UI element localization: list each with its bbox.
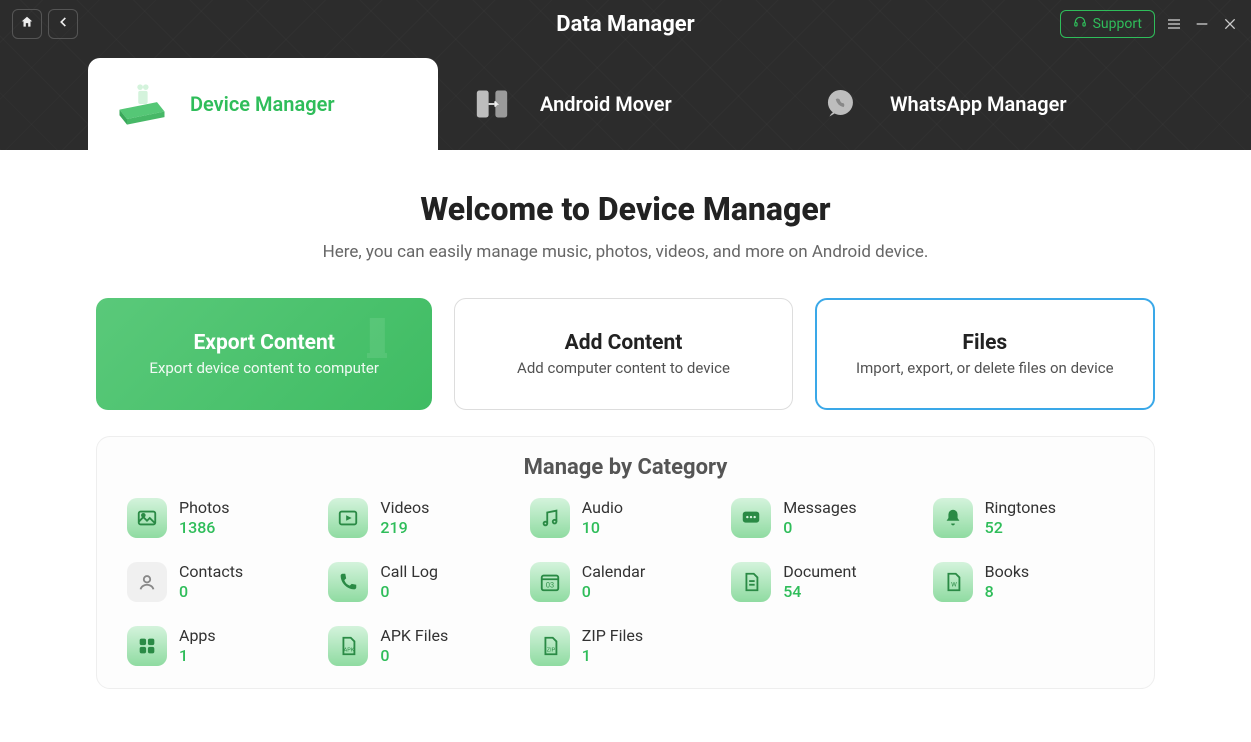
support-button[interactable]: Support [1060, 10, 1155, 38]
tab-device-manager[interactable]: Device Manager [88, 58, 438, 150]
category-messages[interactable]: Messages 0 [731, 498, 922, 538]
category-ringtones[interactable]: Ringtones 52 [933, 498, 1124, 538]
card-subtitle: Add computer content to device [517, 359, 730, 377]
category-videos[interactable]: Videos 219 [328, 498, 519, 538]
category-books[interactable]: W Books 8 [933, 562, 1124, 602]
apps-icon [127, 626, 167, 666]
menu-button[interactable] [1165, 15, 1183, 33]
category-count: 1386 [179, 518, 230, 538]
contacts-icon [127, 562, 167, 602]
category-count: 0 [380, 646, 448, 666]
category-label: Videos [380, 498, 429, 518]
category-label: Calendar [582, 562, 645, 582]
back-button[interactable] [48, 9, 78, 39]
tab-android-mover[interactable]: Android Mover [438, 58, 788, 150]
category-label: ZIP Files [582, 626, 643, 646]
calendar-icon: 03 [530, 562, 570, 602]
category-count: 1 [179, 646, 216, 666]
card-title: Add Content [565, 331, 683, 355]
category-calendar[interactable]: 03 Calendar 0 [530, 562, 721, 602]
card-subtitle: Import, export, or delete files on devic… [856, 359, 1114, 377]
device-manager-icon [112, 79, 172, 129]
category-count: 52 [985, 518, 1056, 538]
support-label: Support [1093, 16, 1142, 32]
apk-icon: APK [328, 626, 368, 666]
category-count: 10 [582, 518, 623, 538]
category-zip-files[interactable]: ZIP ZIP Files 1 [530, 626, 721, 666]
category-count: 0 [179, 582, 243, 602]
category-label: Document [783, 562, 856, 582]
ringtones-icon [933, 498, 973, 538]
category-label: Ringtones [985, 498, 1056, 518]
category-count: 8 [985, 582, 1030, 602]
category-label: Audio [582, 498, 623, 518]
tab-label: Android Mover [540, 92, 672, 116]
category-count: 0 [582, 582, 645, 602]
card-subtitle: Export device content to computer [149, 359, 378, 377]
welcome-title: Welcome to Device Manager [96, 190, 1155, 228]
action-cards: Export Content Export device content to … [96, 298, 1155, 410]
android-mover-icon [462, 79, 522, 129]
window-controls: Support [1060, 10, 1239, 38]
tab-label: Device Manager [190, 92, 335, 116]
category-panel: Manage by Category Photos 1386 Videos 21… [96, 436, 1155, 689]
category-panel-title: Manage by Category [117, 455, 1134, 480]
svg-text:APK: APK [344, 648, 355, 654]
category-label: Call Log [380, 562, 438, 582]
close-button[interactable] [1221, 15, 1239, 33]
header: Data Manager Support [0, 0, 1251, 150]
messages-icon [731, 498, 771, 538]
category-audio[interactable]: Audio 10 [530, 498, 721, 538]
chevron-left-icon [56, 15, 70, 33]
svg-text:W: W [951, 581, 957, 589]
topbar: Data Manager Support [0, 0, 1251, 48]
card-title: Files [962, 331, 1007, 355]
tabs: Device Manager Android Mover WhatsApp [0, 48, 1251, 150]
headset-icon [1073, 15, 1087, 33]
export-content-card[interactable]: Export Content Export device content to … [96, 298, 432, 410]
category-call-log[interactable]: Call Log 0 [328, 562, 519, 602]
call-log-icon [328, 562, 368, 602]
whatsapp-manager-icon [812, 79, 872, 129]
tab-whatsapp-manager[interactable]: WhatsApp Manager [788, 58, 1138, 150]
category-label: Books [985, 562, 1030, 582]
category-count: 0 [783, 518, 856, 538]
videos-icon [328, 498, 368, 538]
books-icon: W [933, 562, 973, 602]
home-button[interactable] [12, 9, 42, 39]
svg-text:ZIP: ZIP [547, 648, 556, 654]
category-contacts[interactable]: Contacts 0 [127, 562, 318, 602]
main-content: Welcome to Device Manager Here, you can … [0, 150, 1251, 709]
app-title: Data Manager [556, 12, 694, 37]
document-icon [731, 562, 771, 602]
category-document[interactable]: Document 54 [731, 562, 922, 602]
home-icon [20, 15, 34, 33]
category-label: APK Files [380, 626, 448, 646]
tab-label: WhatsApp Manager [890, 92, 1067, 116]
category-label: Photos [179, 498, 230, 518]
category-count: 1 [582, 646, 643, 666]
welcome-subtitle: Here, you can easily manage music, photo… [96, 242, 1155, 262]
photos-icon [127, 498, 167, 538]
category-label: Contacts [179, 562, 243, 582]
category-count: 219 [380, 518, 429, 538]
svg-text:03: 03 [546, 581, 554, 590]
category-grid: Photos 1386 Videos 219 Audio [117, 498, 1134, 666]
files-card[interactable]: Files Import, export, or delete files on… [815, 298, 1155, 410]
add-content-card[interactable]: Add Content Add computer content to devi… [454, 298, 792, 410]
minimize-button[interactable] [1193, 15, 1211, 33]
category-apk-files[interactable]: APK APK Files 0 [328, 626, 519, 666]
category-label: Apps [179, 626, 216, 646]
category-count: 54 [783, 582, 856, 602]
card-title: Export Content [193, 331, 334, 355]
category-photos[interactable]: Photos 1386 [127, 498, 318, 538]
audio-icon [530, 498, 570, 538]
category-apps[interactable]: Apps 1 [127, 626, 318, 666]
category-label: Messages [783, 498, 856, 518]
category-count: 0 [380, 582, 438, 602]
zip-icon: ZIP [530, 626, 570, 666]
